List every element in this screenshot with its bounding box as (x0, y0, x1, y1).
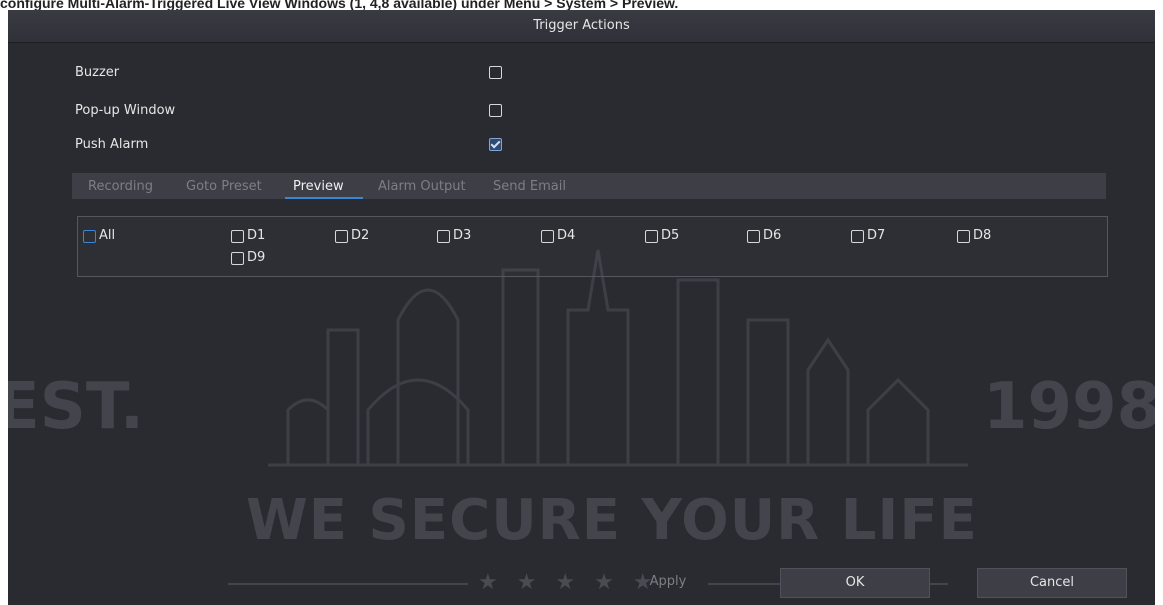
dialog-title: Trigger Actions (533, 18, 630, 33)
cancel-button[interactable]: Cancel (977, 568, 1127, 598)
push-alarm-checkbox[interactable] (489, 138, 502, 151)
tab-recording[interactable]: Recording (88, 179, 153, 194)
channel-all-checkbox[interactable] (83, 230, 96, 243)
channel-d4-label: D4 (557, 228, 576, 243)
tab-preview-underline (285, 197, 363, 199)
channel-d5-label: D5 (661, 228, 680, 243)
channel-panel: All D1 D2 D3 D4 D5 D6 D7 D8 D9 (77, 216, 1108, 277)
watermark-right-text: 1998 (983, 370, 1155, 444)
buzzer-checkbox[interactable] (489, 66, 502, 79)
channel-d2-label: D2 (351, 228, 370, 243)
watermark-rule-left (228, 583, 468, 585)
channel-d7-label: D7 (867, 228, 886, 243)
buzzer-label: Buzzer (75, 65, 120, 80)
channel-d2-checkbox[interactable] (335, 230, 348, 243)
channel-d3-label: D3 (453, 228, 472, 243)
channel-d3-checkbox[interactable] (437, 230, 450, 243)
push-alarm-label: Push Alarm (75, 137, 149, 152)
tab-preview[interactable]: Preview (293, 179, 344, 194)
action-tabs: Recording Goto Preset Preview Alarm Outp… (72, 173, 1106, 199)
channel-d5-checkbox[interactable] (645, 230, 658, 243)
ok-button[interactable]: OK (780, 568, 930, 598)
channel-d1-checkbox[interactable] (231, 230, 244, 243)
channel-d8-checkbox[interactable] (957, 230, 970, 243)
popup-window-label: Pop-up Window (75, 103, 176, 118)
trigger-actions-dialog: EST. 1998 WE SECURE YOUR LIFE ★ ★ ★ ★ ★ … (8, 10, 1155, 605)
tab-alarm-output[interactable]: Alarm Output (378, 179, 466, 194)
channel-d1-label: D1 (247, 228, 266, 243)
channel-d6-label: D6 (763, 228, 782, 243)
watermark-left-text: EST. (8, 370, 145, 444)
channel-d7-checkbox[interactable] (851, 230, 864, 243)
channel-all-label: All (99, 228, 116, 243)
tab-send-email[interactable]: Send Email (493, 179, 566, 194)
channel-d9-label: D9 (247, 250, 266, 265)
channel-d4-checkbox[interactable] (541, 230, 554, 243)
popup-window-checkbox[interactable] (489, 104, 502, 117)
dialog-titlebar: Trigger Actions (8, 10, 1155, 43)
tab-goto-preset[interactable]: Goto Preset (186, 179, 262, 194)
channel-d8-label: D8 (973, 228, 992, 243)
channel-d6-checkbox[interactable] (747, 230, 760, 243)
apply-button[interactable]: Apply (628, 568, 708, 596)
channel-d9-checkbox[interactable] (231, 252, 244, 265)
watermark-slogan: WE SECURE YOUR LIFE (246, 488, 978, 553)
